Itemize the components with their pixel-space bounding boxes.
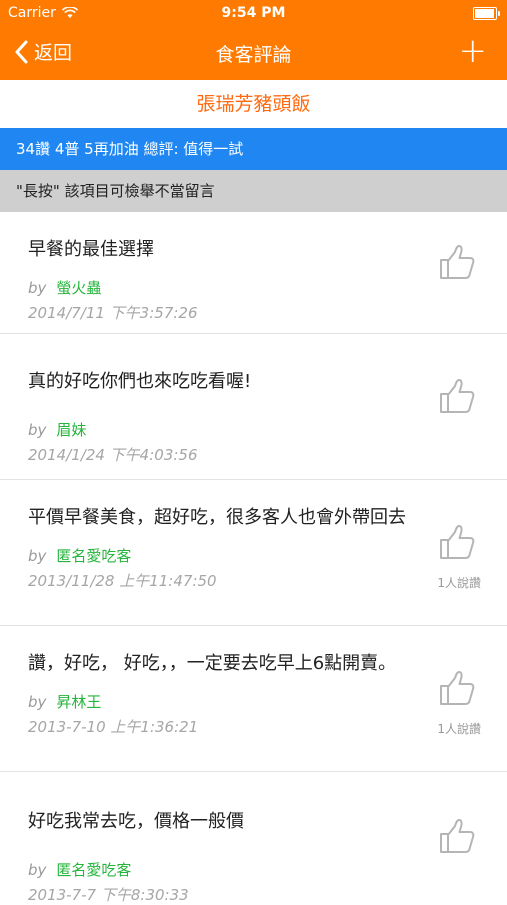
review-meta: by 匿名愛吃客 bbox=[28, 545, 507, 566]
review-text: 平價早餐美食，超好吃，很多客人也會外帶回去 bbox=[28, 507, 406, 528]
review-date: 2014/7/11 下午3:57:26 bbox=[28, 304, 198, 322]
by-label: by bbox=[28, 861, 47, 879]
thumbs-up-icon[interactable] bbox=[437, 242, 477, 282]
review-date: 2014/1/24 下午4:03:56 bbox=[28, 446, 198, 464]
by-label: by bbox=[28, 421, 47, 439]
review-item[interactable]: 好吃我常去吃，價格一般價 by 匿名愛吃客 2013-7-7 下午8:30:33 bbox=[0, 772, 507, 904]
review-meta: by 眉妹 bbox=[28, 419, 507, 440]
status-time: 9:54 PM bbox=[221, 5, 286, 21]
review-author: 匿名愛吃客 bbox=[56, 547, 132, 565]
like-count: 1人說讚 bbox=[437, 576, 481, 590]
review-text: 真的好吃你們也來吃吃看喔! bbox=[28, 371, 252, 392]
rating-summary: 34讚 4普 5再加油 總評: 值得一試 bbox=[0, 128, 507, 170]
status-bar: Carrier 9:54 PM bbox=[0, 0, 507, 26]
add-button[interactable]: + bbox=[459, 34, 488, 68]
like-count: 1人說讚 bbox=[437, 722, 481, 736]
review-date: 2013-7-7 下午8:30:33 bbox=[28, 886, 189, 904]
thumbs-up-icon[interactable] bbox=[437, 376, 477, 416]
review-item[interactable]: 平價早餐美食，超好吃，很多客人也會外帶回去 by 匿名愛吃客 2013/11/28… bbox=[0, 480, 507, 626]
review-text: 讚，好吃， 好吃，，一定要去吃早上6點開賣。 bbox=[28, 653, 397, 674]
page-title: 食客評論 bbox=[215, 44, 292, 66]
restaurant-name: 張瑞芳豬頭飯 bbox=[0, 80, 507, 128]
thumbs-up-icon[interactable] bbox=[437, 668, 477, 708]
battery-fill bbox=[475, 9, 494, 18]
review-author: 匿名愛吃客 bbox=[56, 861, 132, 879]
nav-bar: 返回 食客評論 + bbox=[0, 26, 507, 80]
by-label: by bbox=[28, 693, 47, 711]
by-label: by bbox=[28, 279, 47, 297]
by-label: by bbox=[28, 547, 47, 565]
report-notice: "長按" 該項目可檢舉不當留言 bbox=[0, 170, 507, 212]
battery-icon bbox=[473, 7, 500, 20]
review-meta: by 昇林王 bbox=[28, 691, 507, 712]
review-text: 好吃我常去吃，價格一般價 bbox=[28, 811, 244, 832]
review-date: 2013-7-10 上午1:36:21 bbox=[28, 718, 199, 736]
review-date: 2013/11/28 上午11:47:50 bbox=[28, 572, 217, 590]
review-author: 螢火蟲 bbox=[56, 279, 102, 297]
review-author: 眉妹 bbox=[56, 421, 87, 439]
review-meta: by 匿名愛吃客 bbox=[28, 859, 507, 880]
review-list: 早餐的最佳選擇 by 螢火蟲 2014/7/11 下午3:57:26 真的好吃你們… bbox=[0, 212, 507, 904]
review-item[interactable]: 讚，好吃， 好吃，，一定要去吃早上6點開賣。 by 昇林王 2013-7-10 上… bbox=[0, 626, 507, 772]
review-item[interactable]: 早餐的最佳選擇 by 螢火蟲 2014/7/11 下午3:57:26 bbox=[0, 212, 507, 334]
review-item[interactable]: 真的好吃你們也來吃吃看喔! by 眉妹 2014/1/24 下午4:03:56 bbox=[0, 334, 507, 480]
review-meta: by 螢火蟲 bbox=[28, 277, 507, 298]
review-text: 早餐的最佳選擇 bbox=[28, 239, 154, 260]
review-author: 昇林王 bbox=[56, 693, 102, 711]
thumbs-up-icon[interactable] bbox=[437, 522, 477, 562]
thumbs-up-icon[interactable] bbox=[437, 816, 477, 856]
